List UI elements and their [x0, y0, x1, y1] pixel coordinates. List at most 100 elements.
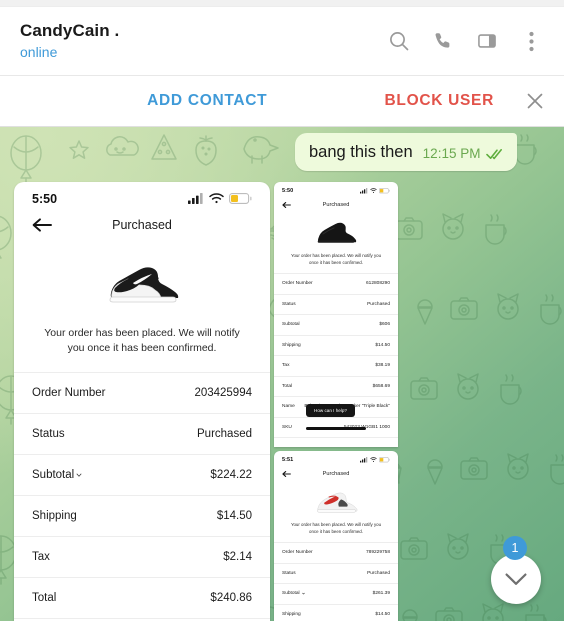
telegram-chat-window: CandyCain . online ADD CONTACT BLOCK USE… [0, 0, 564, 621]
phone-status-icons [188, 193, 252, 204]
row-key: Status [32, 428, 65, 440]
table-row[interactable]: Shipping $14.50 [14, 496, 270, 537]
table-row[interactable]: Order Number 612808290 [274, 274, 398, 295]
scroll-to-bottom-button[interactable] [491, 554, 541, 604]
product-image-balenciaga-track [274, 215, 398, 247]
table-row[interactable]: Subtotal $606 [274, 315, 398, 336]
header-actions [386, 28, 550, 54]
cellular-signal-icon [188, 193, 203, 204]
phone-status-time: 5:50 [282, 188, 294, 194]
row-key: Subtotal [282, 591, 305, 596]
row-value: Purchased [367, 301, 390, 307]
phone-status-bar: 5:50 [274, 182, 398, 196]
phone-status-icons [360, 457, 390, 463]
row-key: Shipping [282, 611, 301, 617]
table-row[interactable]: Order Number 789229758 [274, 543, 398, 564]
close-icon[interactable] [524, 90, 546, 112]
phone-status-time: 5:50 [32, 191, 58, 206]
table-row[interactable]: Order Number 203425994 [14, 373, 270, 414]
product-image-air-jordan-3 [274, 484, 398, 516]
message-time: 12:15 PM [422, 146, 481, 161]
chevron-down-icon [505, 573, 527, 585]
peer-info[interactable]: CandyCain . online [20, 20, 386, 62]
shared-screenshot-small-bottom[interactable]: 5:51 Purchased Your order has been place… [274, 451, 398, 621]
order-detail-rows: Order Number 203425994 Status Purchased … [14, 372, 270, 621]
message-text: bang this then [309, 143, 413, 161]
table-row[interactable]: Tax $2.14 [14, 537, 270, 578]
table-row[interactable]: Subtotal $224.22 [14, 455, 270, 496]
message-meta: 12:15 PM [423, 146, 506, 162]
table-row[interactable]: Tax $38.19 [274, 356, 398, 377]
chevron-down-icon[interactable] [301, 592, 305, 595]
read-receipt-double-check-icon [486, 148, 503, 159]
help-tooltip[interactable]: How can I help? [306, 404, 355, 417]
table-row[interactable]: Status Purchased [274, 564, 398, 585]
row-value: 789229758 [365, 550, 390, 556]
chat-header: CandyCain . online [0, 7, 564, 75]
battery-low-icon [379, 188, 390, 194]
contact-action-bar: ADD CONTACT BLOCK USER [0, 75, 564, 127]
shared-screenshot-large[interactable]: 5:50 Purchased Your order has been place… [14, 182, 270, 621]
table-row[interactable]: Total $240.86 [14, 578, 270, 619]
row-value: 612808290 [365, 281, 390, 287]
wifi-icon [209, 193, 224, 204]
table-row[interactable]: Subtotal $261.39 [274, 584, 398, 605]
search-icon[interactable] [386, 28, 412, 54]
row-value: $2.14 [223, 551, 252, 563]
order-notice-text: Your order has been placed. We will noti… [290, 522, 382, 534]
row-key: Tax [32, 551, 50, 563]
row-value: Purchased [197, 428, 252, 440]
battery-low-icon [229, 193, 252, 204]
row-key: Total [32, 592, 57, 604]
row-value: 203425994 [194, 387, 252, 399]
table-row[interactable]: Shipping $14.50 [274, 605, 398, 621]
row-key: Shipping [32, 510, 77, 522]
table-row[interactable]: Status Purchased [274, 295, 398, 316]
chevron-down-icon[interactable] [76, 472, 82, 478]
row-value: $14.50 [375, 611, 390, 617]
shared-screenshot-small-top[interactable]: 5:50 Purchased Your order has been place… [274, 182, 398, 447]
row-value: $14.50 [216, 510, 252, 522]
add-contact-button[interactable]: ADD CONTACT [0, 92, 385, 110]
screenshot-nav-title: Purchased [322, 201, 350, 208]
table-row[interactable]: Status Purchased [14, 414, 270, 455]
row-key-label: Subtotal [32, 469, 75, 481]
cellular-signal-icon [360, 188, 368, 194]
block-user-button[interactable]: BLOCK USER [385, 92, 494, 110]
row-key: Subtotal [282, 322, 300, 328]
sidebar-icon[interactable] [474, 28, 500, 54]
row-value: $38.19 [375, 363, 390, 369]
row-key: SKU [282, 424, 292, 430]
screenshot-nav-title: Purchased [112, 218, 172, 232]
home-indicator-bar [306, 427, 366, 430]
row-key-label: Subtotal [282, 591, 300, 597]
screenshot-nav-bar: Purchased [274, 196, 398, 213]
row-key: Order Number [282, 550, 313, 556]
call-icon[interactable] [430, 28, 456, 54]
product-image-nike-dunk [14, 250, 270, 312]
row-value: $261.39 [372, 591, 390, 597]
peer-status: online [20, 44, 58, 60]
outgoing-message-bubble[interactable]: bang this then 12:15 PM [295, 133, 518, 171]
row-key: Subtotal [32, 469, 82, 481]
row-key: Status [282, 570, 296, 576]
order-notice-text: Your order has been placed. We will noti… [290, 253, 382, 265]
battery-low-icon [379, 457, 390, 463]
screenshot-nav-bar: Purchased [274, 465, 398, 482]
unread-count-badge: 1 [503, 536, 527, 560]
phone-status-icons [360, 188, 390, 194]
screenshot-nav-title: Purchased [322, 470, 350, 477]
screenshot-nav-bar: Purchased [14, 208, 270, 242]
row-key: Order Number [32, 387, 106, 399]
peer-name: CandyCain . [20, 21, 120, 40]
table-row[interactable]: Total $658.69 [274, 377, 398, 398]
table-row[interactable]: Shipping $14.50 [274, 336, 398, 357]
order-detail-rows: Order Number 789229758 Status Purchased … [274, 542, 398, 621]
row-value: $224.22 [210, 469, 252, 481]
cellular-signal-icon [360, 457, 368, 463]
row-key: Order Number [282, 281, 313, 287]
more-options-icon[interactable] [518, 28, 544, 54]
row-key: Total [282, 383, 293, 389]
row-key: Tax [282, 363, 290, 369]
row-value: $606 [379, 322, 390, 328]
